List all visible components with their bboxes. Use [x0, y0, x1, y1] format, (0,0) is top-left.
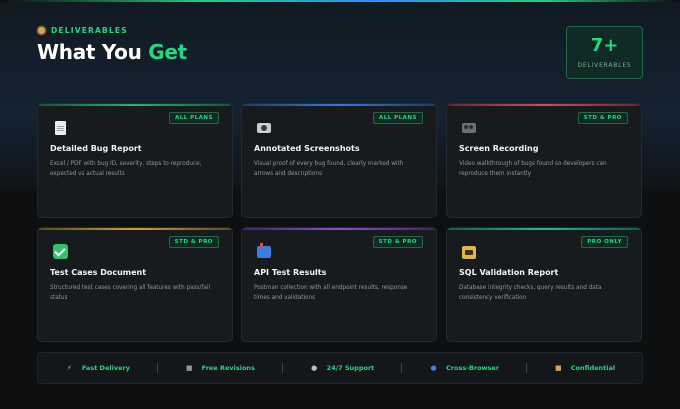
- feature-label: Cross-Browser: [446, 364, 500, 372]
- card-title: Annotated Screenshots: [254, 144, 360, 153]
- checkmark-icon: [52, 244, 68, 260]
- feature-support: ● 24/7 Support: [310, 364, 375, 372]
- feature-free-revisions: ■ Free Revisions: [185, 364, 255, 372]
- deliverables-count: 7+: [590, 35, 619, 56]
- plan-badge: STD & PRO: [372, 236, 423, 248]
- feature-label: Confidential: [570, 364, 616, 372]
- card-screen-recording[interactable]: STD & PRO Screen Recording Video walkthr…: [446, 103, 642, 218]
- globe-icon: ●: [430, 364, 437, 372]
- square-icon: ■: [185, 364, 193, 372]
- plan-badge: STD & PRO: [168, 236, 219, 248]
- deliverables-count-box: 7+ DELIVERABLES: [566, 26, 643, 79]
- card-top-accent: [38, 228, 232, 230]
- document-icon: [52, 120, 68, 136]
- card-test-cases-document[interactable]: STD & PRO Test Cases Document Structured…: [37, 227, 233, 342]
- film-camera-icon: [461, 120, 477, 136]
- card-title: Screen Recording: [459, 144, 539, 153]
- eyebrow-label: DELIVERABLES: [51, 26, 128, 35]
- card-description: Visual proof of every bug found, clearly…: [254, 161, 404, 177]
- divider: [525, 363, 527, 373]
- card-top-accent: [447, 104, 641, 106]
- dot-icon: [38, 27, 45, 34]
- card-title: SQL Validation Report: [459, 268, 559, 277]
- card-sql-validation-report[interactable]: PRO ONLY SQL Validation Report Database …: [446, 227, 642, 342]
- card-title: API Test Results: [254, 268, 327, 277]
- feature-label: Fast Delivery: [81, 364, 130, 372]
- card-description: Database integrity checks, query results…: [459, 285, 602, 301]
- top-accent-line: [0, 0, 680, 2]
- card-description: Excel / PDF with bug ID, severity, steps…: [50, 161, 202, 177]
- card-annotated-screenshots[interactable]: ALL PLANS Annotated Screenshots Visual p…: [241, 103, 437, 218]
- chat-icon: ●: [311, 364, 318, 372]
- card-detailed-bug-report[interactable]: ALL PLANS Detailed Bug Report Excel / PD…: [37, 103, 233, 218]
- card-api-test-results[interactable]: STD & PRO API Test Results Postman colle…: [241, 227, 437, 342]
- page-title-accent: Get: [148, 40, 187, 64]
- plan-badge: STD & PRO: [577, 112, 628, 124]
- card-title: Detailed Bug Report: [50, 144, 142, 153]
- feature-fast-delivery: ⚡ Fast Delivery: [65, 364, 130, 372]
- feature-confidential: ■ Confidential: [554, 364, 615, 372]
- page-title: What You Get: [37, 40, 187, 64]
- feature-label: 24/7 Support: [326, 364, 375, 372]
- plan-badge: ALL PLANS: [372, 112, 423, 124]
- lightning-icon: ⚡: [66, 364, 72, 372]
- database-icon: [461, 244, 477, 260]
- eyebrow: DELIVERABLES: [38, 26, 128, 35]
- feature-cross-browser: ● Cross-Browser: [429, 364, 499, 372]
- card-top-accent: [38, 104, 232, 106]
- features-bar: ⚡ Fast Delivery ■ Free Revisions ● 24/7 …: [37, 352, 643, 384]
- card-description: Video walkthrough of bugs found so devel…: [459, 161, 607, 177]
- card-top-accent: [242, 104, 436, 106]
- card-description: Structured test cases covering all featu…: [50, 285, 211, 301]
- page-title-main: What You: [37, 40, 149, 64]
- plan-badge: ALL PLANS: [168, 112, 219, 124]
- deliverables-count-label: DELIVERABLES: [577, 62, 632, 69]
- lock-icon: ■: [554, 364, 562, 372]
- card-title: Test Cases Document: [50, 268, 147, 277]
- card-description: Postman collection with all endpoint res…: [254, 285, 408, 301]
- plan-badge: PRO ONLY: [581, 236, 628, 248]
- divider: [401, 363, 403, 373]
- card-top-accent: [447, 228, 641, 230]
- card-top-accent: [242, 228, 436, 230]
- camera-icon: [256, 120, 272, 136]
- feature-label: Free Revisions: [201, 364, 255, 372]
- divider: [156, 363, 158, 373]
- mailbox-icon: [256, 243, 272, 260]
- divider: [281, 363, 283, 373]
